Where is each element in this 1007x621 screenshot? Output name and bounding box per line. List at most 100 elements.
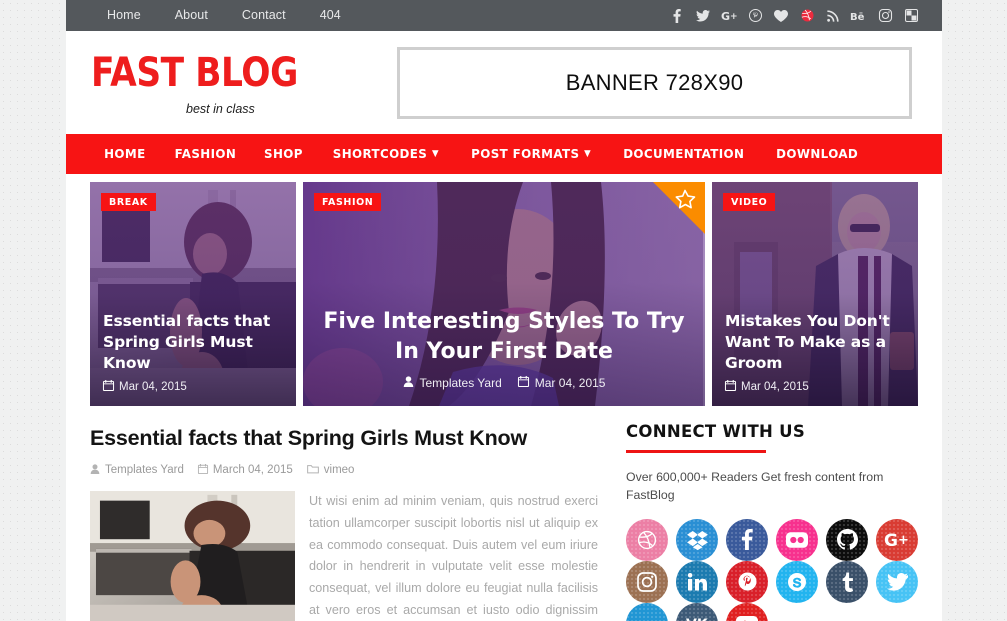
user-icon xyxy=(403,376,414,390)
svg-text:+: + xyxy=(730,12,738,22)
post-date: March 04, 2015 xyxy=(197,463,293,477)
post-category-label: vimeo xyxy=(323,464,355,477)
nav-label: SHOP xyxy=(264,146,304,161)
nav-label: POST FORMATS xyxy=(471,146,580,161)
social-cell xyxy=(776,518,818,561)
post-thumbnail[interactable] xyxy=(90,490,295,621)
folder-icon xyxy=(306,464,319,477)
featured-date-3: Mar 04, 2015 xyxy=(741,381,809,393)
top-navigation: Home About Contact 404 xyxy=(90,0,358,31)
site-logo[interactable]: FAST BLOG xyxy=(91,53,349,93)
featured-title-3[interactable]: Mistakes You Don't Want To Make as a Gro… xyxy=(725,311,905,374)
featured-meta-1: Mar 04, 2015 xyxy=(102,380,283,394)
social-icons-grid: G + xyxy=(626,518,918,621)
featured-title-2[interactable]: Five Interesting Styles To Try In Your F… xyxy=(316,307,692,367)
flickr-squares-icon[interactable] xyxy=(898,3,924,29)
post-category[interactable]: vimeo xyxy=(306,464,355,477)
category-badge[interactable]: BREAK xyxy=(101,193,156,211)
post-body: Ut wisi enim ad minim veniam, quis nostr… xyxy=(90,490,598,621)
sidebar: CONNECT WITH US Over 600,000+ Readers Ge… xyxy=(626,420,918,621)
skype-icon[interactable] xyxy=(776,560,818,603)
nav-label: HOME xyxy=(104,146,146,161)
nav-label: DOWNLOAD xyxy=(775,146,858,161)
star-icon xyxy=(673,188,697,217)
google-plus-icon[interactable]: G + xyxy=(876,518,918,561)
heart-icon[interactable] xyxy=(768,3,794,29)
nav-item-home[interactable]: HOME xyxy=(92,134,158,174)
svg-text:G: G xyxy=(721,10,730,23)
facebook-icon[interactable] xyxy=(726,518,768,561)
instagram-icon[interactable] xyxy=(872,3,898,29)
widget-description: Over 600,000+ Readers Get fresh content … xyxy=(626,470,884,502)
dropbox-icon[interactable] xyxy=(676,518,718,561)
linkedin-icon[interactable] xyxy=(676,560,718,603)
svg-text:+: + xyxy=(898,533,909,548)
featured-title-1[interactable]: Essential facts that Spring Girls Must K… xyxy=(103,311,283,374)
category-badge[interactable]: VIDEO xyxy=(723,193,776,211)
top-social-links: G + Bē xyxy=(664,3,924,29)
calendar-icon xyxy=(724,380,737,394)
nav-item-documentation[interactable]: DOCUMENTATION xyxy=(611,134,757,174)
featured-card-body-1: Essential facts that Spring Girls Must K… xyxy=(90,311,296,406)
github-icon[interactable] xyxy=(826,518,868,561)
social-cell xyxy=(626,560,668,603)
pinterest-icon[interactable] xyxy=(742,3,768,29)
featured-card-2[interactable]: FASHION Five Interesting Styles To Try I… xyxy=(303,182,705,406)
site-tagline: best in class xyxy=(186,102,255,116)
behance-icon[interactable]: Bē xyxy=(846,3,872,29)
post-date-label: March 04, 2015 xyxy=(212,464,293,477)
twitter-icon[interactable] xyxy=(876,560,918,603)
vimeo-icon[interactable]: v xyxy=(626,602,668,621)
calendar-icon xyxy=(517,376,529,390)
nav-item-shop[interactable]: SHOP xyxy=(252,134,316,174)
svg-text:G: G xyxy=(884,531,898,551)
site-container: Home About Contact 404 G + Bē FAST BLOG … xyxy=(66,0,942,621)
header-banner-ad[interactable]: BANNER 728X90 xyxy=(397,46,912,119)
featured-slider: BREAK Essential facts that Spring Girls … xyxy=(66,174,942,406)
calendar-icon xyxy=(197,463,208,477)
content-area: Essential facts that Spring Girls Must K… xyxy=(66,406,942,621)
topnav-item-about[interactable]: About xyxy=(158,0,225,31)
logo-block[interactable]: FAST BLOG best in class xyxy=(91,49,391,116)
featured-card-3[interactable]: VIDEO Mistakes You Don't Want To Make as… xyxy=(712,182,918,406)
vk-icon[interactable]: VK xyxy=(676,602,718,621)
topnav-item-404[interactable]: 404 xyxy=(303,0,358,31)
topnav-item-home[interactable]: Home xyxy=(90,0,158,31)
social-cell xyxy=(776,560,818,603)
dribbble-icon[interactable] xyxy=(626,518,668,561)
nav-item-fashion[interactable]: FASHION xyxy=(162,134,248,174)
post-column: Essential facts that Spring Girls Must K… xyxy=(90,420,598,621)
flickr-icon[interactable] xyxy=(776,518,818,561)
post-author[interactable]: Templates Yard xyxy=(90,464,184,477)
post-title[interactable]: Essential facts that Spring Girls Must K… xyxy=(90,425,598,453)
banner-label: BANNER 728X90 xyxy=(565,69,744,95)
social-cell xyxy=(676,518,718,561)
twitter-icon[interactable] xyxy=(690,3,716,29)
social-cell: VK xyxy=(676,602,718,621)
nav-label: SHORTCODES xyxy=(333,146,428,161)
page-root: Home About Contact 404 G + Bē FAST BLOG … xyxy=(0,0,1007,621)
featured-card-1[interactable]: BREAK Essential facts that Spring Girls … xyxy=(90,182,296,406)
google-plus-icon[interactable]: G + xyxy=(716,3,742,29)
chevron-down-icon: ▼ xyxy=(584,149,592,159)
nav-item-shortcodes[interactable]: SHORTCODES ▼ xyxy=(321,134,452,174)
category-badge[interactable]: FASHION xyxy=(314,193,382,211)
topnav-item-contact[interactable]: Contact xyxy=(225,0,303,31)
nav-item-post-formats[interactable]: POST FORMATS ▼ xyxy=(459,134,604,174)
social-cell: v xyxy=(626,602,668,621)
tumblr-icon[interactable] xyxy=(826,560,868,603)
dribbble-icon[interactable] xyxy=(794,3,820,29)
pinterest-icon[interactable] xyxy=(726,560,768,603)
post-excerpt: Ut wisi enim ad minim veniam, quis nostr… xyxy=(309,493,598,617)
nav-item-download[interactable]: DOWNLOAD xyxy=(764,134,871,174)
social-cell xyxy=(726,602,768,621)
featured-date-1: Mar 04, 2015 xyxy=(119,381,187,393)
social-cell xyxy=(726,560,768,603)
facebook-icon[interactable] xyxy=(664,3,690,29)
instagram-icon[interactable] xyxy=(626,560,668,603)
youtube-icon[interactable] xyxy=(726,602,768,621)
rss-icon[interactable] xyxy=(820,3,846,29)
svg-text:VK: VK xyxy=(686,617,709,621)
featured-author-2: Templates Yard xyxy=(419,376,502,390)
social-cell xyxy=(826,518,868,561)
